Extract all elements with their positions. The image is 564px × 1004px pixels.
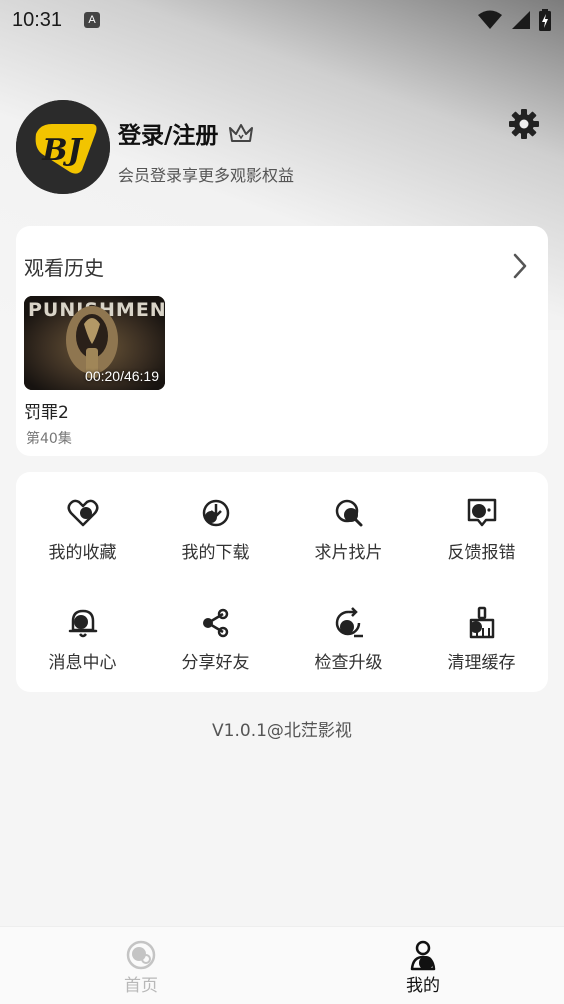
share-icon (202, 608, 228, 638)
broom-icon (469, 606, 494, 639)
app-logo: BJ (16, 100, 110, 194)
status-time: 10:31 (12, 8, 63, 31)
menu-item-feedback[interactable]: 反馈报错 (415, 472, 548, 582)
mine-icon (410, 940, 436, 971)
history-item-poster[interactable]: PUNISHMENT 00:20/46:19 (24, 296, 165, 390)
status-indicator: A (84, 12, 101, 28)
status-bar: 10:31 A (0, 0, 564, 40)
menu-item-share[interactable]: 分享好友 (149, 582, 282, 692)
battery-icon (539, 9, 551, 31)
avatar[interactable]: BJ (16, 100, 110, 194)
watch-history-card: 观看历史 PUNISHMENT 00:20/46:19 罚罪2 第40集 (16, 226, 548, 456)
menu-item-request-film[interactable]: 求片找片 (282, 472, 415, 582)
login-subtitle: 会员登录享更多观影权益 (118, 166, 295, 185)
chevron-right-icon[interactable] (512, 252, 528, 280)
version-info: V1.0.1@北茳影视 (212, 721, 352, 741)
login-register-link[interactable]: 登录/注册 (118, 116, 254, 150)
menu-grid: 我的收藏 我的下载 求片找片 反馈报错 消息中心 分享好友 检查升级 清理缓存 (16, 472, 548, 692)
profile-header: BJ 登录/注册 会员登录享更多观影权益 (16, 100, 548, 196)
tab-home-label: 首页 (124, 976, 158, 996)
menu-item-downloads[interactable]: 我的下载 (149, 472, 282, 582)
signal-icon (512, 11, 530, 29)
bottom-tab-bar: 首页 我的 (0, 926, 564, 1004)
gear-icon[interactable] (508, 108, 540, 140)
history-title: 观看历史 (24, 256, 104, 280)
svg-text:BJ: BJ (41, 133, 83, 168)
history-item-title[interactable]: 罚罪2 (24, 398, 69, 423)
feedback-icon (467, 498, 496, 527)
login-label: 登录/注册 (118, 123, 219, 149)
menu-item-check-update[interactable]: 检查升级 (282, 582, 415, 692)
menu-item-messages[interactable]: 消息中心 (16, 582, 149, 692)
crown-icon (228, 122, 254, 144)
watch-progress: 00:20/46:19 (85, 368, 159, 384)
tab-mine-label: 我的 (406, 976, 440, 996)
search-film-icon (335, 499, 362, 527)
tab-mine[interactable]: 我的 (282, 927, 564, 1004)
bell-icon (68, 609, 97, 638)
wifi-icon (478, 10, 502, 29)
history-item-episode: 第40集 (26, 431, 72, 447)
upgrade-icon (335, 607, 363, 638)
download-icon (202, 499, 229, 527)
menu-item-clear-cache[interactable]: 清理缓存 (415, 582, 548, 692)
function-menu-card: 我的收藏 我的下载 求片找片 反馈报错 消息中心 分享好友 检查升级 清理缓存 (16, 472, 548, 692)
tab-home[interactable]: 首页 (0, 927, 282, 1004)
heart-icon (66, 499, 99, 527)
menu-item-favorites[interactable]: 我的收藏 (16, 472, 149, 582)
home-icon (126, 940, 156, 970)
